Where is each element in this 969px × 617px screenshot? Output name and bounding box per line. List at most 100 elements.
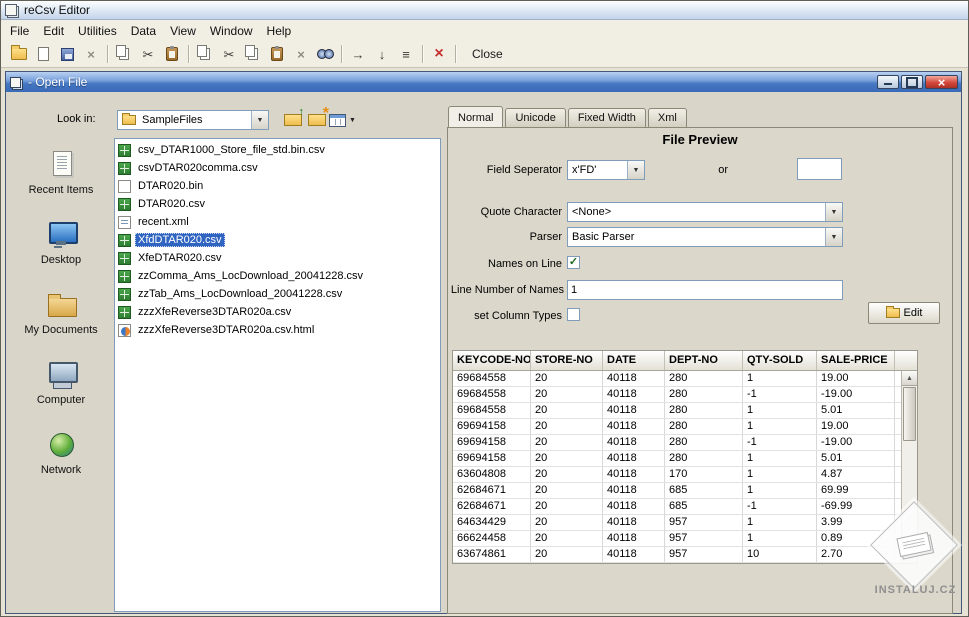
sort-icon[interactable]: ↓ <box>370 43 394 65</box>
file-item[interactable]: zzzXfeReverse3DTAR020a.csv <box>116 303 439 321</box>
menu-utilities[interactable]: Utilities <box>71 21 124 41</box>
paste-icon[interactable] <box>160 43 184 65</box>
scrollbar-thumb[interactable] <box>903 387 916 441</box>
menu-help[interactable]: Help <box>260 21 299 41</box>
copy-cells-icon[interactable] <box>241 43 265 65</box>
copy-icon[interactable] <box>112 43 136 65</box>
file-item[interactable]: XfeDTAR020.csv <box>116 249 439 267</box>
copy-rows-icon[interactable] <box>193 43 217 65</box>
place-my-documents[interactable]: My Documents <box>13 284 109 354</box>
save-icon[interactable] <box>55 43 79 65</box>
tab-xml[interactable]: Xml <box>648 108 687 127</box>
menu-window[interactable]: Window <box>203 21 260 41</box>
column-header-dept-no[interactable]: DEPT-NO <box>665 351 743 370</box>
look-in-combo[interactable]: SampleFiles <box>117 110 269 130</box>
file-item[interactable]: recent.xml <box>116 213 439 231</box>
table-cell: 957 <box>665 531 743 546</box>
column-header-date[interactable]: DATE <box>603 351 665 370</box>
quote-character-combo[interactable]: <None> <box>567 202 843 222</box>
maximize-button[interactable] <box>901 75 923 89</box>
column-header-qty-sold[interactable]: QTY-SOLD <box>743 351 817 370</box>
table-row[interactable]: 69684558204011828015.01 <box>453 403 901 419</box>
table-row[interactable]: 696845582040118280119.00 <box>453 371 901 387</box>
open-icon[interactable] <box>7 43 31 65</box>
alt-separator-input[interactable] <box>797 158 842 180</box>
place-network[interactable]: Network <box>13 424 109 494</box>
table-row[interactable]: 64634429204011895713.99 <box>453 515 901 531</box>
tab-unicode[interactable]: Unicode <box>505 108 565 127</box>
file-item[interactable]: DTAR020.csv <box>116 195 439 213</box>
column-header-sale-price[interactable]: SALE-PRICE <box>817 351 895 370</box>
column-header-keycode-no[interactable]: KEYCODE-NO <box>453 351 531 370</box>
quote-character-dropdown-arrow[interactable] <box>825 203 842 221</box>
goto-line-icon[interactable]: → <box>346 43 370 65</box>
table-cell: -1 <box>743 387 817 402</box>
table-row[interactable]: 696941582040118280119.00 <box>453 419 901 435</box>
table-row[interactable]: 636748612040118957102.70 <box>453 547 901 563</box>
table-row[interactable]: 66624458204011895710.89 <box>453 531 901 547</box>
table-cell: 63674861 <box>453 547 531 562</box>
delete-rows-icon[interactable]: × <box>289 43 313 65</box>
close-file-icon[interactable]: × <box>427 43 451 65</box>
table-cell: 170 <box>665 467 743 482</box>
table-cell: 40118 <box>603 547 665 562</box>
file-item[interactable]: zzzXfeReverse3DTAR020a.csv.html <box>116 321 439 339</box>
scroll-up-arrow-icon[interactable] <box>902 371 917 386</box>
file-item[interactable]: XfdDTAR020.csv <box>116 231 439 249</box>
close-dialog-button[interactable] <box>925 75 958 89</box>
field-separator-value: x'FD' <box>568 164 627 176</box>
file-item[interactable]: csvDTAR020comma.csv <box>116 159 439 177</box>
place-computer[interactable]: Computer <box>13 354 109 424</box>
file-item[interactable]: csv_DTAR1000_Store_file_std.bin.csv <box>116 141 439 159</box>
tab-fixed-width[interactable]: Fixed Width <box>568 108 646 127</box>
paste-rows-icon[interactable] <box>265 43 289 65</box>
table-row[interactable]: 696845582040118280-1-19.00 <box>453 387 901 403</box>
file-type-xml-icon <box>118 216 131 229</box>
up-one-level-button[interactable] <box>281 109 305 131</box>
new-document-icon[interactable] <box>31 43 55 65</box>
parser-dropdown-arrow[interactable] <box>825 228 842 246</box>
edit-button[interactable]: Edit <box>868 302 940 324</box>
minimize-button[interactable] <box>877 75 899 89</box>
table-row[interactable]: 63604808204011817014.87 <box>453 467 901 483</box>
find-icon[interactable] <box>313 43 337 65</box>
menu-edit[interactable]: Edit <box>36 21 71 41</box>
cut-rows-icon[interactable]: ✂ <box>217 43 241 65</box>
place-recent-items[interactable]: Recent Items <box>13 144 109 214</box>
file-item[interactable]: DTAR020.bin <box>116 177 439 195</box>
title-bar: reCsv Editor <box>1 1 968 20</box>
table-scrollbar[interactable] <box>901 371 917 563</box>
scroll-down-arrow-icon[interactable] <box>902 548 917 563</box>
close-button[interactable]: Close <box>472 47 503 61</box>
file-type-csv-icon <box>118 252 131 265</box>
parser-combo[interactable]: Basic Parser <box>567 227 843 247</box>
table-row[interactable]: 626846712040118685-1-69.99 <box>453 499 901 515</box>
names-on-line-checkbox[interactable] <box>567 256 580 269</box>
look-in-dropdown-arrow[interactable] <box>251 111 268 129</box>
column-header-store-no[interactable]: STORE-NO <box>531 351 603 370</box>
menu-view[interactable]: View <box>163 21 203 41</box>
place-label: My Documents <box>24 324 97 336</box>
menu-data[interactable]: Data <box>124 21 163 41</box>
set-column-types-checkbox[interactable] <box>567 308 580 321</box>
place-desktop[interactable]: Desktop <box>13 214 109 284</box>
cut-icon[interactable]: ✂ <box>136 43 160 65</box>
menu-file[interactable]: File <box>3 21 36 41</box>
column-layout-icon[interactable]: ≡ <box>394 43 418 65</box>
field-separator-dropdown-arrow[interactable] <box>627 161 644 179</box>
table-cell: 69684558 <box>453 371 531 386</box>
delete-icon[interactable]: × <box>79 43 103 65</box>
table-row[interactable]: 696941582040118280-1-19.00 <box>453 435 901 451</box>
delete-icon-glyph: × <box>87 48 95 61</box>
table-row[interactable]: 626846712040118685169.99 <box>453 483 901 499</box>
view-menu-button[interactable]: ▼ <box>329 109 356 131</box>
line-number-input[interactable] <box>567 280 843 300</box>
table-header: KEYCODE-NOSTORE-NODATEDEPT-NOQTY-SOLDSAL… <box>453 351 917 371</box>
tab-normal[interactable]: Normal <box>448 106 503 127</box>
file-item[interactable]: zzComma_Ams_LocDownload_20041228.csv <box>116 267 439 285</box>
dialog-title-bar[interactable]: - Open File <box>6 72 961 92</box>
field-separator-combo[interactable]: x'FD' <box>567 160 645 180</box>
file-item[interactable]: zzTab_Ams_LocDownload_20041228.csv <box>116 285 439 303</box>
new-folder-button[interactable] <box>305 109 329 131</box>
table-row[interactable]: 69694158204011828015.01 <box>453 451 901 467</box>
